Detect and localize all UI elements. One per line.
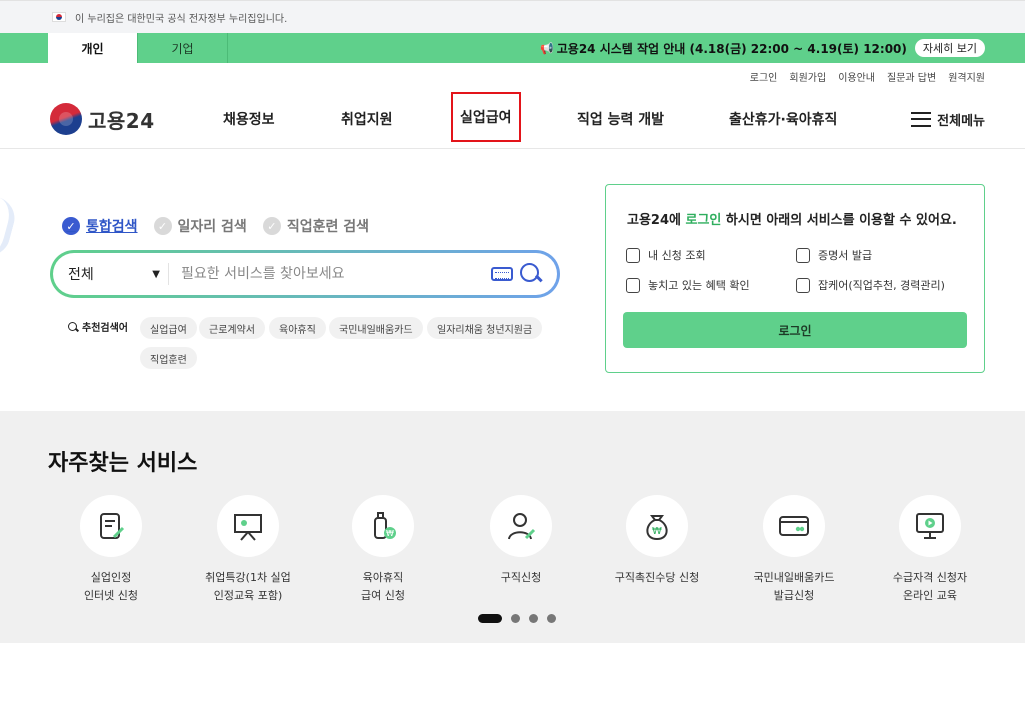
service-item[interactable]: ₩ 육아휴직 급여 신청 <box>313 495 453 605</box>
tab-integrated-search[interactable]: ✓ 통합검색 <box>62 216 138 236</box>
notice-bar: 개인 기업 📢 고용24 시스템 작업 안내 (4.18(금) 22:00 ~ … <box>0 33 1025 63</box>
carousel-pagination <box>478 614 556 623</box>
tab-personal[interactable]: 개인 <box>48 33 138 63</box>
search-scope-select[interactable]: 전체 ▼ <box>53 263 169 285</box>
tab-job-search[interactable]: ✓ 일자리 검색 <box>153 216 247 236</box>
tab-label: 일자리 검색 <box>177 219 247 235</box>
search-tabs: ✓ 통합검색 ✓ 일자리 검색 ✓ 직업훈련 검색 <box>62 216 385 236</box>
keyword-chip[interactable]: 직업훈련 <box>140 347 197 369</box>
card-icon <box>763 495 825 557</box>
frequent-services: 자주찾는 서비스 실업인정 인터넷 신청 취업특강(1차 실업 인정교육 포함)… <box>0 411 1025 643</box>
all-menu-button[interactable]: 전체메뉴 <box>911 89 985 149</box>
baby-bottle-won-icon: ₩ <box>352 495 414 557</box>
jobcare-link[interactable]: 잡케어(직업추천, 경력관리) <box>796 277 945 293</box>
keyword-chip[interactable]: 실업급여 <box>140 317 197 339</box>
search-small-icon <box>68 322 77 331</box>
keyword-chip[interactable]: 국민내일배움카드 <box>329 317 423 339</box>
more-details-button[interactable]: 자세히 보기 <box>914 39 985 57</box>
service-item[interactable]: 국민내일배움카드 발급신청 <box>724 495 864 605</box>
person-pen-icon <box>490 495 552 557</box>
service-label: 취업특강(1차 실업 인정교육 포함) <box>205 571 291 602</box>
tab-label: 통합검색 <box>86 219 138 235</box>
login-panel: 고용24에 로그인 하시면 아래의 서비스를 이용할 수 있어요. 내 신청 조… <box>605 184 985 373</box>
gov-banner: 이 누리집은 대한민국 공식 전자정부 누리집입니다. <box>0 0 1025 33</box>
utility-links: 로그인 회원가입 이용안내 질문과 답변 원격지원 <box>0 63 1025 89</box>
page-dot-1[interactable] <box>478 614 502 623</box>
service-item[interactable]: ₩ 구직촉진수당 신청 <box>587 495 727 587</box>
login-panel-title: 고용24에 로그인 하시면 아래의 서비스를 이용할 수 있어요. <box>627 213 957 228</box>
page-dot-2[interactable] <box>511 614 520 623</box>
gov-banner-text: 이 누리집은 대한민국 공식 전자정부 누리집입니다. <box>75 13 288 25</box>
guide-link[interactable]: 이용안내 <box>838 69 875 84</box>
service-item[interactable]: 수급자격 신청자 온라인 교육 <box>860 495 1000 605</box>
remote-support-link[interactable]: 원격지원 <box>948 69 985 84</box>
megaphone-icon: 📢 <box>540 41 554 55</box>
page-dot-3[interactable] <box>529 614 538 623</box>
document-clock-icon <box>796 277 810 293</box>
login-link[interactable]: 로그인 <box>750 69 778 84</box>
service-item[interactable]: 실업인정 인터넷 신청 <box>41 495 181 605</box>
service-label: 육아휴직 급여 신청 <box>361 571 405 602</box>
notice-text[interactable]: 고용24 시스템 작업 안내 (4.18(금) 22:00 ~ 4.19(토) … <box>557 40 907 57</box>
document-pen-icon <box>80 495 142 557</box>
check-icon: ✓ <box>62 217 80 235</box>
service-label: 구직신청 <box>500 571 542 584</box>
nav-vocational-training[interactable]: 직업 능력 개발 <box>577 89 664 149</box>
money-bag-won-icon: ₩ <box>626 495 688 557</box>
svg-text:₩: ₩ <box>652 526 662 537</box>
service-label: 실업인정 인터넷 신청 <box>83 571 139 602</box>
nav-job-info[interactable]: 채용정보 <box>223 89 275 149</box>
main-header: 고용24 채용정보 취업지원 실업급여 직업 능력 개발 출산휴가·육아휴직 전… <box>0 89 1025 149</box>
document-search-icon <box>626 277 640 293</box>
decorative-curve <box>0 197 20 261</box>
taegeuk-logo-icon <box>50 103 82 135</box>
page-dot-4[interactable] <box>547 614 556 623</box>
system-notice: 📢 고용24 시스템 작업 안내 (4.18(금) 22:00 ~ 4.19(토… <box>540 33 985 63</box>
tab-training-search[interactable]: ✓ 직업훈련 검색 <box>262 216 369 236</box>
check-icon: ✓ <box>262 217 281 235</box>
service-label: 국민내일배움카드 발급신청 <box>753 571 835 602</box>
qna-link[interactable]: 질문과 답변 <box>887 69 936 84</box>
korea-flag-icon <box>52 12 66 22</box>
keyword-chip[interactable]: 일자리채움 청년지원금 <box>427 317 543 339</box>
nav-employment-support[interactable]: 취업지원 <box>341 89 393 149</box>
search-bar: 전체 ▼ <box>50 250 560 298</box>
service-item[interactable]: 구직신청 <box>451 495 591 587</box>
nav-unemployment-benefit[interactable]: 실업급여 <box>451 92 521 142</box>
search-icon[interactable] <box>519 262 543 286</box>
monitor-play-icon <box>899 495 961 557</box>
service-label: 구직촉진수당 신청 <box>614 571 700 584</box>
service-item[interactable]: 취업특강(1차 실업 인정교육 포함) <box>178 495 318 605</box>
login-button[interactable]: 로그인 <box>623 312 967 348</box>
keyword-chip[interactable]: 육아휴직 <box>269 317 326 339</box>
missed-benefits-link[interactable]: 놓치고 있는 혜택 확인 <box>626 277 750 293</box>
svg-text:₩: ₩ <box>386 529 394 538</box>
keyboard-icon[interactable] <box>491 267 513 281</box>
tab-label: 직업훈련 검색 <box>286 219 369 235</box>
logo-text: 고용24 <box>88 108 155 133</box>
presentation-board-icon <box>217 495 279 557</box>
nav-parental-leave[interactable]: 출산휴가·육아휴직 <box>729 89 837 149</box>
scope-value: 전체 <box>68 267 94 283</box>
all-menu-label: 전체메뉴 <box>937 113 985 129</box>
certificate-link[interactable]: 증명서 발급 <box>796 247 872 263</box>
rec-label-text: 추천검색어 <box>82 323 128 334</box>
printer-icon <box>796 247 810 263</box>
keyword-chip[interactable]: 근로계약서 <box>199 317 265 339</box>
hamburger-icon <box>911 111 932 127</box>
signup-link[interactable]: 회원가입 <box>789 69 826 84</box>
checklist-icon <box>626 247 640 263</box>
site-logo[interactable]: 고용24 <box>50 103 155 135</box>
service-label: 수급자격 신청자 온라인 교육 <box>892 571 968 602</box>
caret-down-icon: ▼ <box>152 268 160 280</box>
tab-business[interactable]: 기업 <box>138 33 228 63</box>
check-icon: ✓ <box>153 217 172 235</box>
search-input[interactable] <box>181 266 491 282</box>
search-section: ✓ 통합검색 ✓ 일자리 검색 ✓ 직업훈련 검색 전체 ▼ 추천검색어 실업급… <box>0 149 1025 410</box>
section-title: 자주찾는 서비스 <box>48 451 198 476</box>
my-application-link[interactable]: 내 신청 조회 <box>626 247 706 263</box>
recommended-keywords-label: 추천검색어 <box>68 319 128 334</box>
